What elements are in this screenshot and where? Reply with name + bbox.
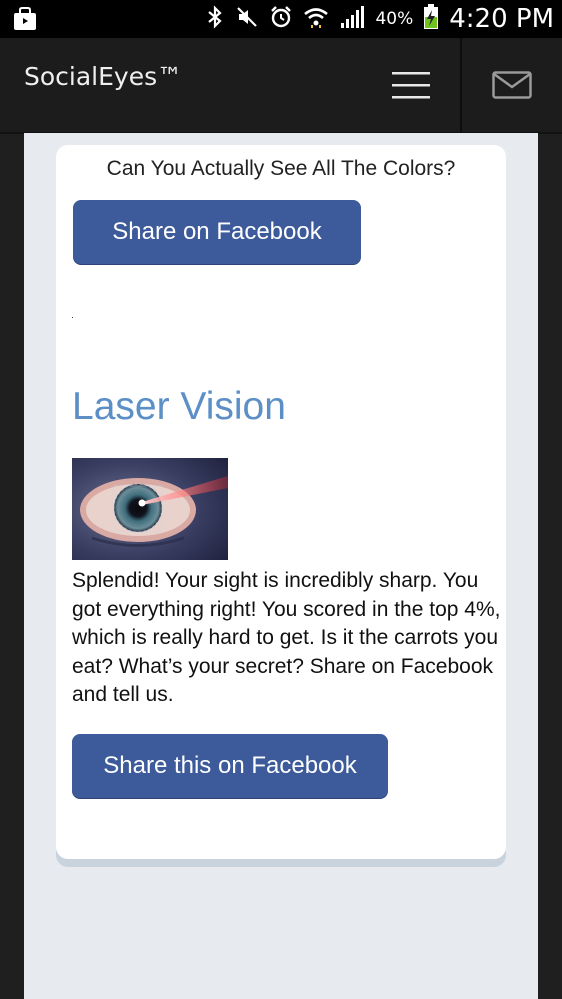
menu-button[interactable]	[380, 38, 442, 132]
app-header: SocialEyes™	[0, 38, 562, 134]
result-description: Splendid! Your sight is incredibly sharp…	[72, 569, 501, 706]
brand-logo[interactable]: SocialEyes™	[24, 62, 182, 91]
battery-charging-icon	[423, 4, 439, 34]
quiz-result-card: Can You Actually See All The Colors? Sha…	[56, 145, 506, 859]
signal-icon	[339, 5, 365, 33]
wifi-icon	[303, 5, 329, 33]
alarm-icon	[269, 5, 293, 33]
shopping-bag-icon	[12, 6, 38, 32]
share-this-on-facebook-button[interactable]: Share this on Facebook	[72, 734, 388, 798]
bluetooth-icon	[205, 5, 225, 33]
clock-time: 4:20 PM	[449, 4, 554, 34]
battery-percent: 40%	[375, 9, 414, 29]
share-on-facebook-button[interactable]: Share on Facebook	[73, 200, 361, 264]
envelope-icon	[492, 71, 532, 99]
mail-button[interactable]	[462, 38, 562, 132]
quiz-title: Can You Actually See All The Colors?	[106, 157, 456, 180]
hamburger-menu-icon	[392, 72, 430, 99]
laser-eye-image	[72, 458, 228, 560]
spacer-dot	[72, 317, 73, 318]
result-title: Laser Vision	[72, 385, 286, 428]
mute-icon	[235, 5, 259, 33]
status-bar: 40% 4:20 PM	[0, 0, 562, 38]
